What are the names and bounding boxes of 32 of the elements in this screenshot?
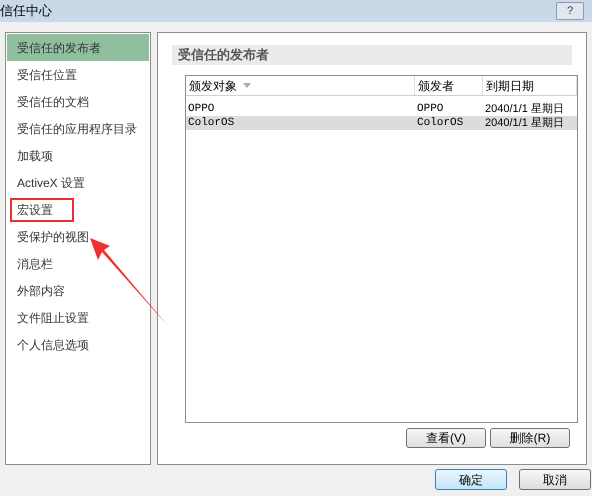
table-cell-text: OPPO — [416, 102, 444, 117]
section-header: 受信任的发布者 — [172, 45, 572, 65]
sidebar-item[interactable]: 外部内容 — [7, 277, 149, 304]
sidebar-item[interactable]: 文件阻止设置 — [7, 304, 149, 331]
table-cell-text: 2040/1/1 星期日 — [484, 116, 565, 131]
sidebar-item[interactable]: 受信任的发布者 — [7, 34, 149, 61]
sidebar-item[interactable]: ActiveX 设置 — [7, 169, 149, 196]
list-action-button[interactable]: 删除(R) — [490, 428, 570, 448]
table-row[interactable]: OPPO OPPO 2040/1/1 星期日 — [186, 102, 577, 116]
table-row[interactable]: ColorOS ColorOS 2040/1/1 星期日 — [186, 116, 577, 130]
column-header[interactable]: 颁发者 — [415, 76, 483, 95]
dialog-button[interactable]: 取消 — [519, 469, 591, 490]
column-header[interactable]: 到期日期 — [483, 76, 577, 95]
sidebar-item[interactable]: 受信任的应用程序目录 — [7, 115, 149, 142]
sidebar-item[interactable]: 受信任的文档 — [7, 88, 149, 115]
column-header[interactable]: 颁发对象 — [186, 76, 415, 95]
window-title: 信任中心 — [0, 2, 52, 20]
sidebar-item[interactable]: 受保护的视图 — [7, 223, 149, 250]
sort-arrow-icon — [243, 83, 251, 88]
table-cell-text: ColorOS — [416, 116, 464, 131]
sidebar-item[interactable]: 加载项 — [7, 142, 149, 169]
sidebar-item[interactable]: 消息栏 — [7, 250, 149, 277]
sidebar-item[interactable]: 受信任位置 — [7, 61, 149, 88]
dialog-button[interactable]: 确定 — [435, 469, 507, 490]
table-cell-text: OPPO — [187, 102, 216, 117]
list-action-button[interactable]: 查看(V) — [406, 428, 486, 448]
sidebar-item[interactable]: 宏设置 — [7, 196, 149, 223]
highlight-rectangle — [10, 198, 74, 222]
sidebar-item[interactable]: 个人信息选项 — [7, 331, 149, 358]
table-cell-text: 2040/1/1 星期日 — [484, 102, 565, 117]
help-button[interactable]: ? — [556, 2, 584, 20]
table-cell-text: ColorOS — [187, 116, 236, 131]
